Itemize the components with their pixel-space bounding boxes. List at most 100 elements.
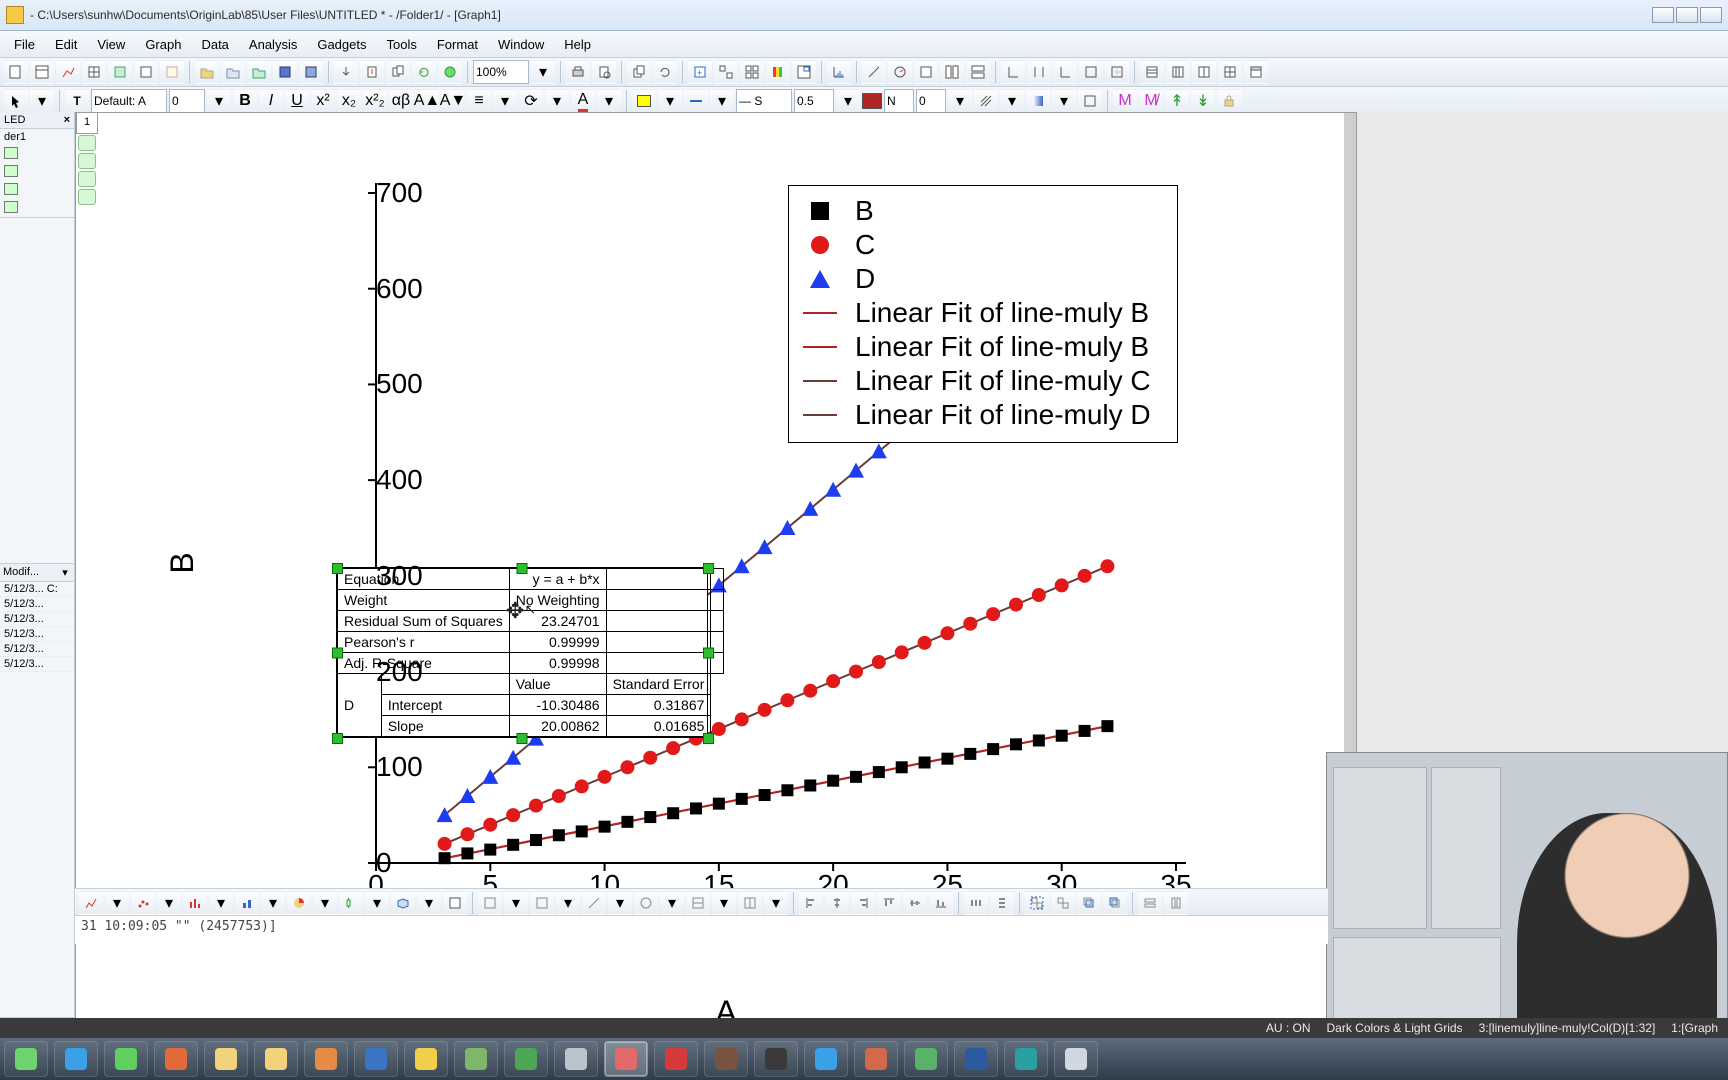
mask-p1-button[interactable]: ↟ [1165,89,1189,113]
import-single-button[interactable] [360,60,384,84]
send-back-button[interactable] [1103,891,1127,915]
speed-mode-button[interactable] [888,60,912,84]
new-layout-button[interactable] [134,60,158,84]
dd[interactable]: ▾ [712,891,736,915]
zoom-combo[interactable] [473,60,529,84]
menu-gadgets[interactable]: Gadgets [307,34,376,55]
dd[interactable]: ▾ [504,891,528,915]
taskbar-app-ppt[interactable] [304,1041,348,1077]
minimize-button[interactable] [1652,7,1674,23]
menu-data[interactable]: Data [191,34,238,55]
pe-col-header[interactable]: Modif... ▾ [0,563,74,582]
gradient-button[interactable] [1026,89,1050,113]
import-wizard-button[interactable] [334,60,358,84]
extract-layers-button[interactable] [714,60,738,84]
selection-handle[interactable] [332,647,343,658]
underline-button[interactable]: U [285,89,309,113]
add-colormap-button[interactable] [766,60,790,84]
print-button[interactable] [566,60,590,84]
grid-toggle[interactable] [1218,60,1242,84]
rotate-button[interactable]: ⟳ [519,89,543,113]
border-button[interactable] [1078,89,1102,113]
stat-plot-button[interactable] [339,891,363,915]
dd[interactable]: ▾ [764,891,788,915]
align-dd[interactable]: ▾ [493,89,517,113]
line-style-combo[interactable] [736,89,792,113]
col-dd-icon[interactable]: ▾ [59,566,71,579]
fill-value-combo[interactable] [916,89,946,113]
obj-edit-1[interactable] [478,891,502,915]
legend-row[interactable]: C [803,228,1163,262]
taskbar-app-skype[interactable] [804,1041,848,1077]
supersub-button[interactable]: x²₂ [363,89,387,113]
print-preview-button[interactable] [592,60,616,84]
align-center-h-button[interactable] [825,891,849,915]
table-layout3[interactable] [1192,60,1216,84]
taskbar-app-trash[interactable] [454,1041,498,1077]
taskbar-app-opera[interactable] [654,1041,698,1077]
recalc-button[interactable] [438,60,462,84]
layer-tab[interactable]: 1 [76,112,98,134]
fit-results-table[interactable]: Equationy = a + b*xWeightNo WeightingRes… [336,567,708,738]
menu-view[interactable]: View [87,34,135,55]
pe-file-row[interactable]: 5/12/3... [0,597,74,612]
layer1-button[interactable] [914,60,938,84]
taskbar-app-calc[interactable] [554,1041,598,1077]
gradient-dd[interactable]: ▾ [1052,89,1076,113]
taskbar-app-lantern[interactable] [854,1041,898,1077]
pointer-dd[interactable]: ▾ [30,89,54,113]
font-combo[interactable] [91,89,167,113]
new-workbook-button[interactable] [30,60,54,84]
close-button[interactable] [1700,7,1722,23]
obj-edit-5[interactable] [686,891,710,915]
axis-box-button[interactable] [1105,60,1129,84]
pe-file-row[interactable]: 5/12/3... C: [0,582,74,597]
menu-file[interactable]: File [4,34,45,55]
reimport-button[interactable] [412,60,436,84]
text-tool[interactable]: T [65,89,89,113]
legend-row[interactable]: Linear Fit of line-muly D [803,398,1163,432]
plot-canvas[interactable]: B A BCDLinear Fit of line-muly BLinear F… [256,173,1196,953]
taskbar-app-chem[interactable] [704,1041,748,1077]
table-layout2[interactable] [1166,60,1190,84]
axis-l-button[interactable] [1001,60,1025,84]
line-plot-button[interactable] [79,891,103,915]
add-inset-button[interactable] [792,60,816,84]
selection-handle[interactable] [517,563,528,574]
line-width-dd[interactable]: ▾ [836,89,860,113]
pattern-button[interactable] [974,89,998,113]
rotate-dd[interactable]: ▾ [545,89,569,113]
pattern-dd[interactable]: ▾ [1000,89,1024,113]
selection-handle[interactable] [703,733,714,744]
bar-plot-button[interactable] [183,891,207,915]
font-size-combo[interactable] [169,89,205,113]
new-project-button[interactable] [4,60,28,84]
legend[interactable]: BCDLinear Fit of line-muly BLinear Fit o… [788,185,1178,443]
taskbar-app-word[interactable] [354,1041,398,1077]
line-width-combo[interactable] [794,89,834,113]
legend-row[interactable]: Linear Fit of line-muly C [803,364,1163,398]
mask-m1-button[interactable]: M [1113,89,1137,113]
selection-handle[interactable] [703,563,714,574]
dd[interactable]: ▾ [209,891,233,915]
decrease-font-button[interactable]: A▼ [441,89,465,113]
import-multi-button[interactable] [386,60,410,84]
dd[interactable]: ▾ [417,891,441,915]
fill-label-combo[interactable] [884,89,914,113]
merge-graphs-button[interactable] [740,60,764,84]
same-width-button[interactable] [1138,891,1162,915]
layer3-button[interactable] [966,60,990,84]
taskbar-app-explorer[interactable] [204,1041,248,1077]
align-right-button[interactable] [851,891,875,915]
subscript-button[interactable]: x₂ [337,89,361,113]
menu-help[interactable]: Help [554,34,601,55]
axis-lr-button[interactable] [1027,60,1051,84]
dd[interactable]: ▾ [365,891,389,915]
taskbar-app-notes[interactable] [254,1041,298,1077]
obj-edit-4[interactable] [634,891,658,915]
selection-handle[interactable] [703,647,714,658]
maximize-button[interactable] [1676,7,1698,23]
ungroup-button[interactable] [1051,891,1075,915]
taskbar-app-paint[interactable] [404,1041,448,1077]
fill-color-dd[interactable]: ▾ [658,89,682,113]
